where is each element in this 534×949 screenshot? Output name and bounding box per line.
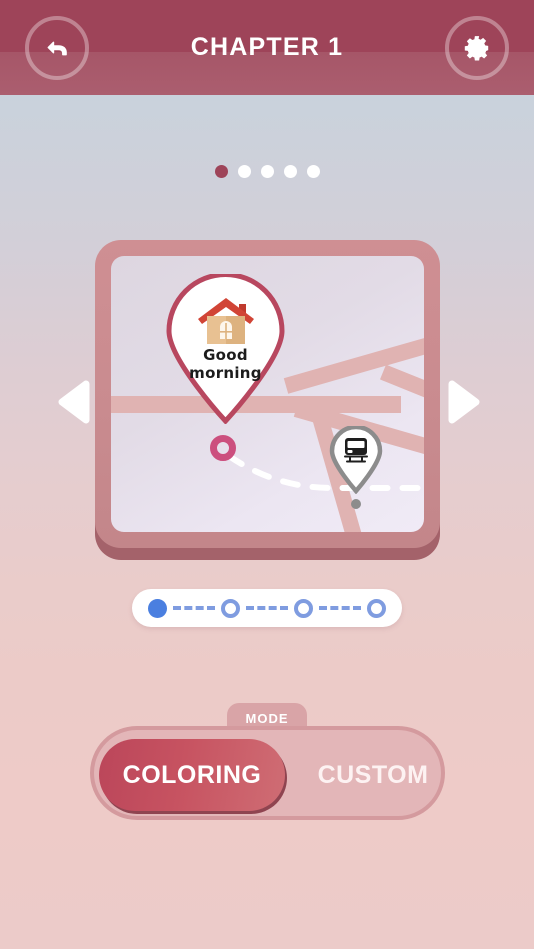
mode-option-custom[interactable]: CUSTOM: [293, 739, 453, 811]
pagination-dot[interactable]: [237, 165, 251, 178]
mode-option-custom-label: CUSTOM: [317, 760, 429, 789]
step-node-1[interactable]: [148, 598, 167, 618]
step-node-3[interactable]: [294, 598, 313, 618]
back-arrow-icon: [47, 41, 67, 56]
pagination-dot[interactable]: [306, 165, 320, 178]
settings-button[interactable]: [445, 16, 509, 80]
home-pin-label-line1: Good: [203, 346, 248, 364]
mode-option-coloring-label: COLORING: [122, 760, 262, 789]
app-header: CHAPTER 1: [0, 0, 534, 95]
chevron-right-icon: [448, 380, 480, 424]
pagination-dots[interactable]: [0, 165, 534, 178]
pagination-dot[interactable]: [214, 165, 228, 178]
chevron-left-icon: [58, 380, 90, 424]
station-pin[interactable]: [328, 424, 384, 495]
map-preview: Good morning: [111, 256, 424, 532]
step-node-2[interactable]: [221, 598, 240, 618]
level-card[interactable]: Good morning: [95, 240, 440, 560]
mode-option-coloring[interactable]: COLORING: [99, 739, 285, 811]
next-slide-button[interactable]: [444, 378, 484, 426]
gear-icon: [464, 36, 489, 61]
station-anchor-dot: [351, 499, 361, 509]
card-frame: Good morning: [95, 240, 440, 548]
home-pin[interactable]: Good morning: [163, 272, 288, 425]
step-connector: [173, 606, 215, 610]
prev-slide-button[interactable]: [54, 378, 94, 426]
home-pin-label: Good morning: [163, 346, 288, 382]
back-button[interactable]: [25, 16, 89, 80]
pagination-dot[interactable]: [283, 165, 297, 178]
house-icon: [198, 298, 254, 344]
step-progress-bar[interactable]: [132, 589, 402, 627]
step-connector: [319, 606, 361, 610]
step-connector: [246, 606, 288, 610]
home-pin-label-line2: morning: [189, 364, 262, 382]
page-title: CHAPTER 1: [190, 33, 344, 61]
pagination-dot[interactable]: [260, 165, 274, 178]
step-node-4[interactable]: [367, 598, 386, 618]
mode-tab-label: MODE: [245, 710, 289, 726]
ring-marker[interactable]: [210, 435, 236, 461]
train-icon: [344, 438, 368, 463]
mode-toggle[interactable]: COLORING CUSTOM: [90, 726, 445, 820]
